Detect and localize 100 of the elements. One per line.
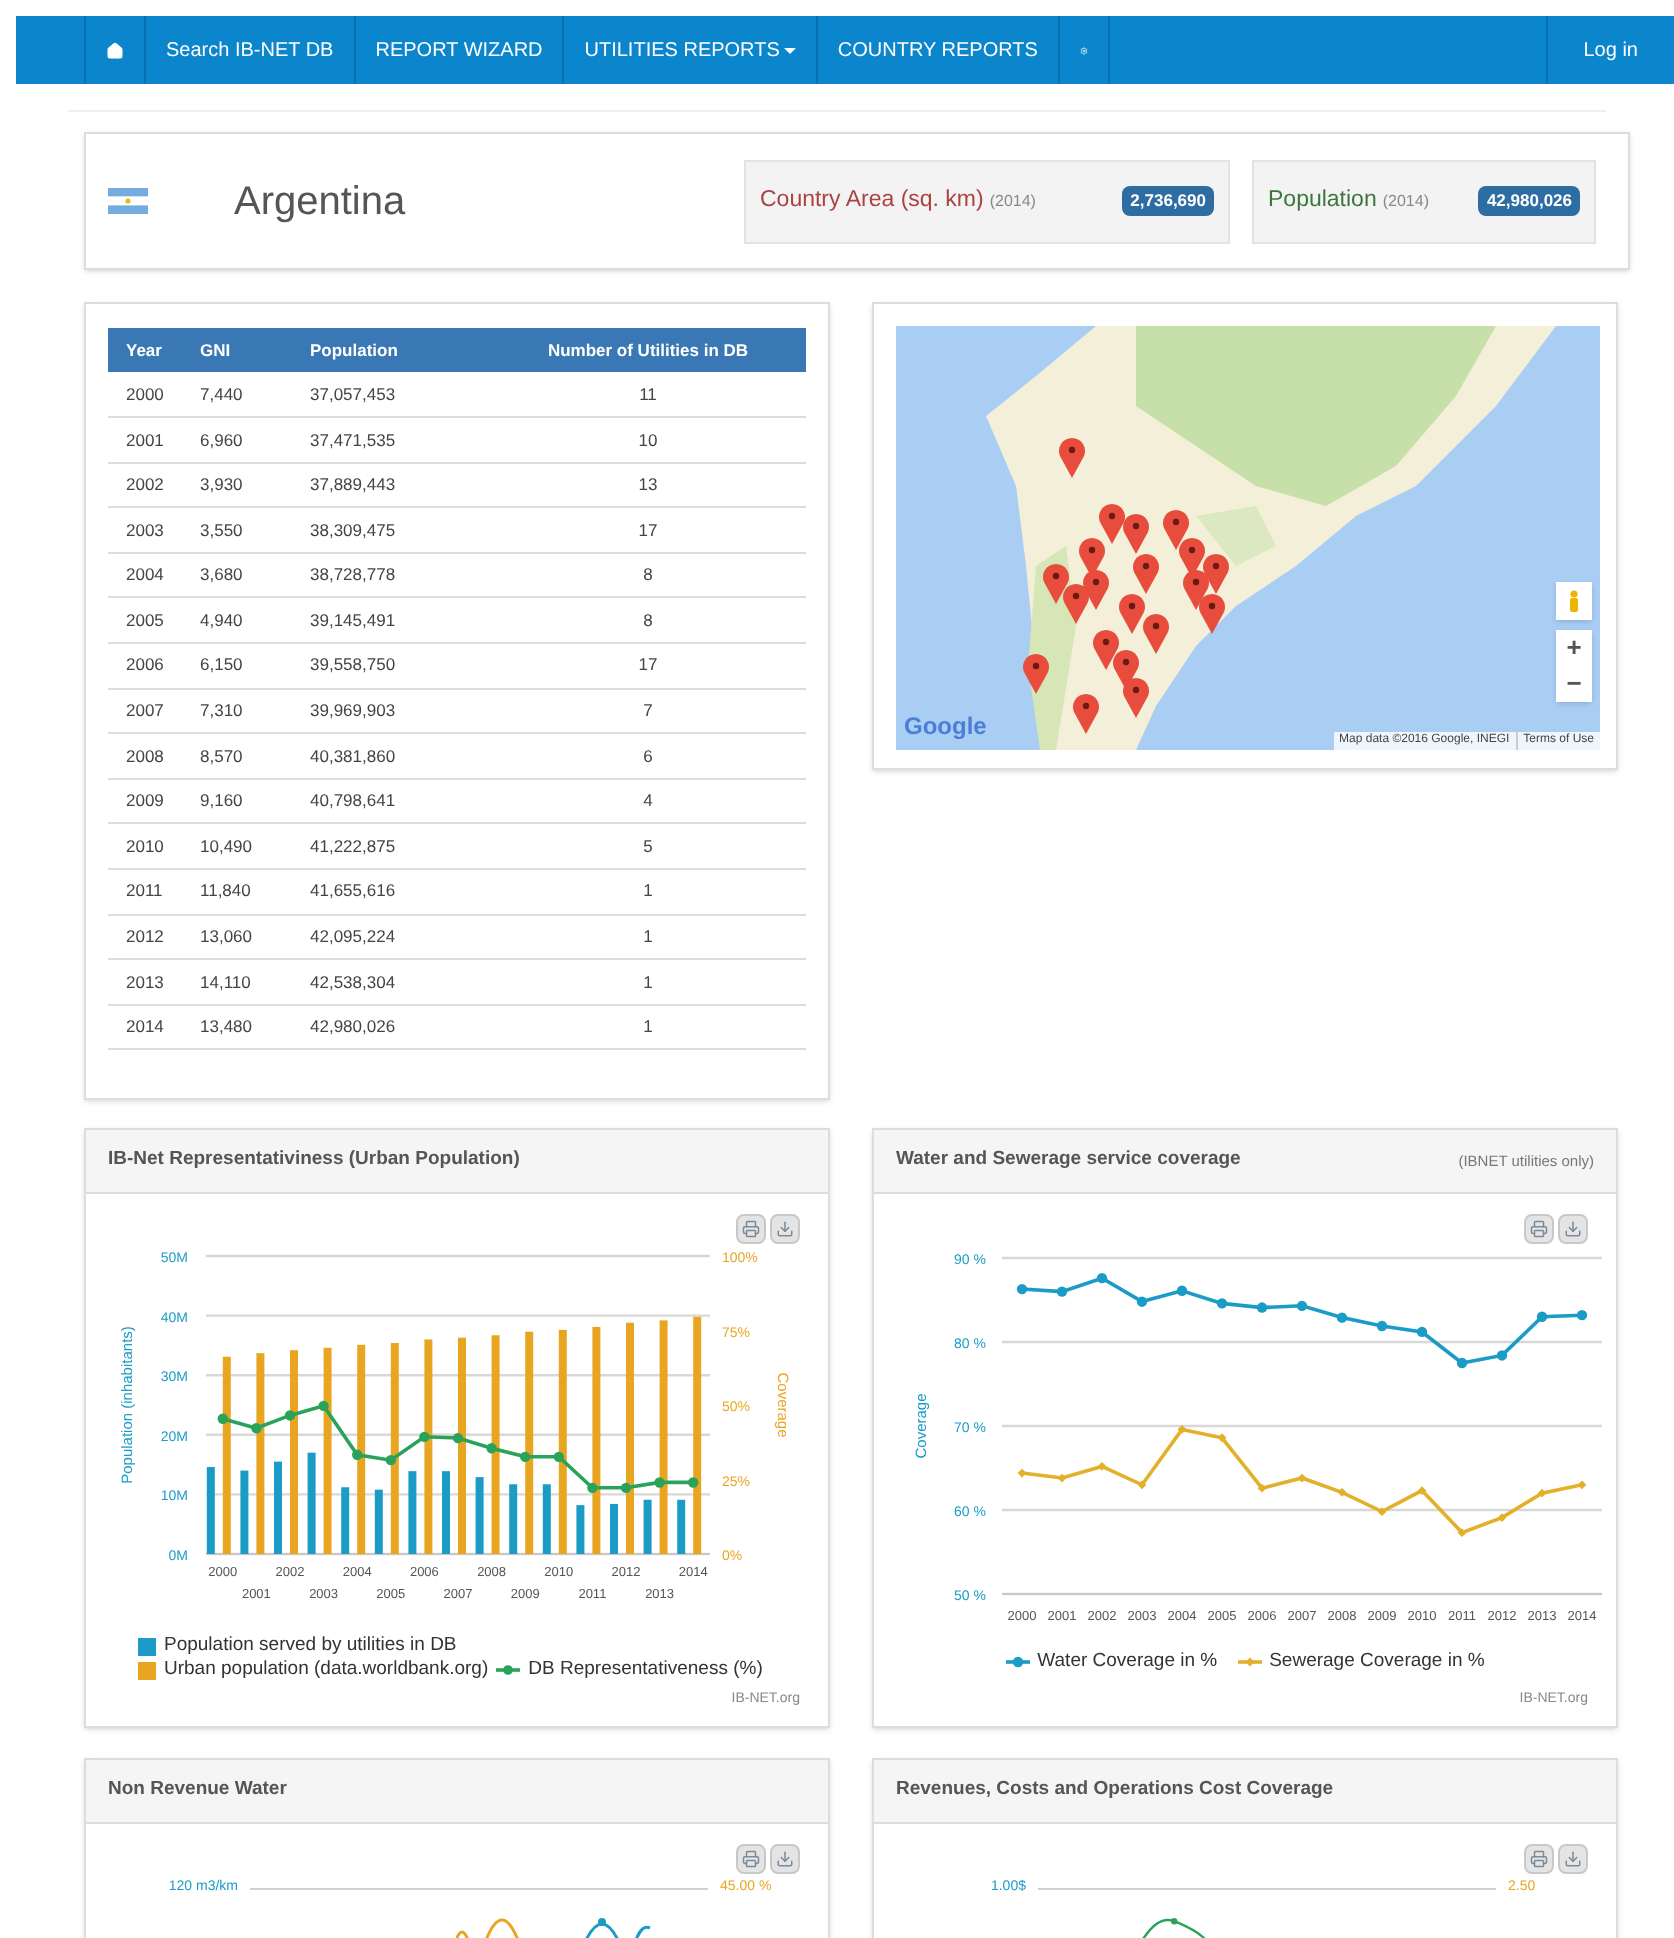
point	[1577, 1480, 1587, 1490]
print-button[interactable]	[736, 1844, 766, 1874]
table-cell: 4	[490, 778, 806, 824]
point	[1216, 1298, 1228, 1309]
table-cell: 7,310	[200, 688, 310, 734]
table-cell: 41,222,875	[310, 823, 490, 870]
print-button[interactable]	[1524, 1214, 1554, 1244]
point	[1336, 1312, 1348, 1323]
chart-bar	[509, 1484, 518, 1554]
table-cell: 1	[490, 869, 806, 915]
chart-bar	[643, 1499, 652, 1554]
point	[486, 1443, 497, 1454]
chart-bar	[341, 1487, 350, 1554]
nav-link[interactable]: REPORT WIZARD	[353, 16, 563, 84]
table-cell: 2001	[108, 417, 200, 463]
point	[1177, 1424, 1187, 1434]
table-cell: 39,969,903	[310, 688, 490, 734]
street-view-button[interactable]	[1556, 582, 1592, 620]
table-cell: 2009	[108, 778, 200, 824]
point	[1137, 1480, 1147, 1490]
table-cell: 3,930	[200, 462, 310, 508]
point	[1456, 1357, 1468, 1369]
download-icon	[776, 1850, 794, 1868]
print-icon	[742, 1850, 760, 1868]
legend-label: Urban population (data.worldbank.org)	[164, 1658, 489, 1682]
point	[688, 1477, 699, 1488]
nav-dropdown[interactable]: UTILITIES REPORTS	[562, 16, 816, 84]
point	[1017, 1468, 1027, 1478]
table-cell: 38,309,475	[310, 507, 490, 553]
zoom-out-button[interactable]: −	[1566, 666, 1582, 702]
table-cell: 11	[490, 372, 806, 418]
table-cell: 4,940	[200, 597, 310, 644]
column-header: Year	[108, 328, 200, 372]
print-button[interactable]	[1524, 1844, 1554, 1874]
chart-bar	[408, 1471, 417, 1554]
table-cell: 13,480	[200, 1004, 310, 1050]
caret-icon	[783, 47, 796, 53]
point	[385, 1454, 396, 1466]
table-cell: 39,558,750	[310, 643, 490, 689]
table-cell: 9,160	[200, 778, 310, 824]
table-cell: 8	[490, 552, 806, 598]
table-cell: 10,490	[200, 823, 310, 870]
legend-label: DB Representativeness (%)	[528, 1658, 763, 1682]
download-button[interactable]	[1558, 1214, 1588, 1244]
table-cell: 38,728,778	[310, 552, 490, 598]
point	[251, 1423, 262, 1434]
print-icon	[1530, 1220, 1548, 1238]
table-cell: 41,655,616	[310, 869, 490, 915]
zoom-in-button[interactable]: +	[1566, 630, 1582, 666]
point	[452, 1432, 464, 1444]
nav-link[interactable]: COUNTRY REPORTS	[815, 16, 1058, 84]
country-name: Argentina	[234, 177, 406, 227]
table-cell: 13	[490, 462, 806, 508]
chart-bar	[274, 1461, 282, 1554]
point	[1377, 1507, 1387, 1517]
table-cell: 1	[490, 1004, 806, 1050]
map-logo: Google	[904, 710, 987, 744]
table-cell: 2006	[108, 643, 200, 689]
download-button[interactable]	[770, 1844, 800, 1874]
chart-bar	[475, 1477, 484, 1554]
chart-bar	[206, 1467, 215, 1554]
chart-bar	[542, 1484, 551, 1554]
point	[1416, 1326, 1428, 1338]
point	[1496, 1350, 1508, 1361]
table-cell: 17	[490, 507, 806, 553]
download-button[interactable]	[1558, 1844, 1588, 1874]
point	[520, 1451, 531, 1463]
table-cell: 11,840	[200, 869, 310, 915]
legend-line-icon	[1237, 1654, 1262, 1670]
table-cell: 42,095,224	[310, 914, 490, 960]
login-link[interactable]: Log in	[1545, 16, 1674, 84]
point	[1217, 1433, 1227, 1443]
point	[352, 1449, 363, 1460]
table-cell: 13,060	[200, 914, 310, 960]
table-cell: 7	[490, 688, 806, 734]
point	[419, 1431, 430, 1443]
table-cell: 6	[490, 733, 806, 779]
point	[654, 1477, 665, 1488]
point	[284, 1410, 296, 1421]
flag-icon	[108, 188, 148, 214]
table-cell: 2013	[108, 959, 200, 1005]
stat-label: Population	[1268, 185, 1377, 216]
table-cell: 1	[490, 914, 806, 960]
print-button[interactable]	[736, 1214, 766, 1244]
point	[217, 1413, 228, 1424]
point	[1337, 1487, 1347, 1497]
download-icon	[1564, 1850, 1582, 1868]
table-cell: 2005	[108, 597, 200, 644]
point	[1536, 1311, 1548, 1322]
download-button[interactable]	[770, 1214, 800, 1244]
point	[1057, 1473, 1067, 1483]
table-cell: 40,798,641	[310, 778, 490, 824]
table-cell: 1	[490, 959, 806, 1005]
person-icon	[1568, 590, 1580, 612]
home-icon	[106, 39, 124, 61]
nav-link[interactable]: Search IB-NET DB	[144, 16, 354, 84]
point	[1256, 1302, 1268, 1313]
chart-bar	[442, 1471, 450, 1554]
table-cell: 2012	[108, 914, 200, 960]
point	[553, 1451, 564, 1463]
